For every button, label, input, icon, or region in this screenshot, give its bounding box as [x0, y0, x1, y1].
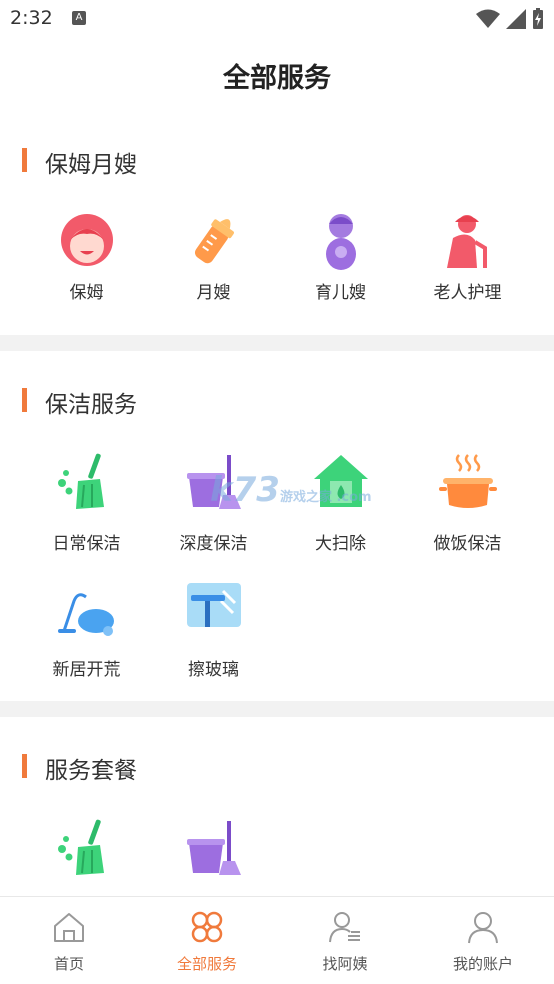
- tab-label: 我的账户: [452, 955, 513, 973]
- tab-find-helper[interactable]: 找阿姨: [276, 897, 414, 984]
- broom-icon: [58, 819, 104, 875]
- window-squeegee-icon: [187, 583, 241, 627]
- childcare-person-icon: [326, 214, 356, 270]
- service-cooking-cleaning[interactable]: 做饭保洁: [404, 451, 531, 561]
- service-label: 大扫除: [315, 534, 366, 554]
- battery-icon: [533, 8, 543, 29]
- service-label: 新居开荒: [52, 660, 121, 680]
- section-nanny: 保姆月嫂 保姆 月嫂 育儿嫂 老人护理: [0, 120, 554, 335]
- home-icon: [54, 913, 84, 942]
- section-packages: 服务套餐: [0, 717, 554, 896]
- service-label: 擦玻璃: [188, 660, 239, 680]
- cooking-pot-icon: [439, 454, 497, 508]
- tab-label: 首页: [53, 955, 84, 973]
- service-childcare[interactable]: 育儿嫂: [277, 210, 404, 320]
- page-title: 全部服务: [223, 63, 331, 94]
- service-new-home-cleaning[interactable]: 新居开荒: [23, 577, 150, 687]
- tab-label: 找阿姨: [322, 955, 368, 973]
- service-label: 保姆: [69, 283, 104, 303]
- service-label: 育儿嫂: [315, 283, 366, 303]
- service-window-cleaning[interactable]: 擦玻璃: [150, 577, 277, 687]
- section-cleaning: 保洁服务 日常保洁 深度保洁 大扫除 做饭保洁 新居开荒 擦玻璃: [0, 351, 554, 701]
- signal-icon: [506, 9, 526, 29]
- tab-home[interactable]: 首页: [0, 897, 138, 984]
- wifi-icon: [476, 9, 500, 28]
- service-daily-cleaning[interactable]: 日常保洁: [23, 451, 150, 561]
- section-divider: [0, 335, 554, 351]
- tab-label: 全部服务: [176, 955, 237, 973]
- watermark-text: k73: [210, 470, 280, 510]
- status-bar: 2:32 A: [0, 0, 554, 38]
- service-label: 深度保洁: [179, 534, 248, 554]
- bottom-tab-bar: 首页 全部服务 找阿姨 我的账户: [0, 896, 554, 984]
- person-list-icon: [329, 912, 360, 943]
- nanny-face-icon: [61, 214, 113, 266]
- section-title: 保洁服务: [45, 392, 137, 418]
- status-time: 2:32: [10, 7, 53, 29]
- service-label: 做饭保洁: [433, 534, 502, 554]
- baby-bottle-icon: [194, 219, 234, 264]
- section-divider: [0, 701, 554, 717]
- service-label: 月嫂: [196, 283, 231, 303]
- service-label: 日常保洁: [52, 534, 121, 554]
- status-icons: [476, 8, 544, 30]
- section-title: 服务套餐: [45, 758, 137, 784]
- notification-a-icon: A: [72, 11, 86, 25]
- service-nanny[interactable]: 保姆: [23, 210, 150, 320]
- section-title: 保姆月嫂: [45, 152, 137, 178]
- bucket-mop-icon: [187, 821, 241, 875]
- tab-all-services[interactable]: 全部服务: [138, 897, 276, 984]
- broom-icon: [58, 453, 104, 509]
- tab-my-account[interactable]: 我的账户: [414, 897, 552, 984]
- service-label: 老人护理: [433, 283, 502, 303]
- user-icon: [468, 912, 498, 944]
- vacuum-icon: [58, 593, 114, 636]
- package-item[interactable]: [23, 817, 150, 896]
- section-accent-bar: [22, 754, 27, 778]
- elder-with-cane-icon: [447, 215, 487, 268]
- watermark-logo: k73游戏之家 .com: [210, 470, 372, 510]
- service-maternity-matron[interactable]: 月嫂: [150, 210, 277, 320]
- section-accent-bar: [22, 148, 27, 172]
- watermark-sub: 游戏之家 .com: [279, 490, 372, 505]
- section-accent-bar: [22, 388, 27, 412]
- package-item[interactable]: [150, 817, 277, 896]
- service-elder-care[interactable]: 老人护理: [404, 210, 531, 320]
- grid-clover-icon: [191, 911, 223, 943]
